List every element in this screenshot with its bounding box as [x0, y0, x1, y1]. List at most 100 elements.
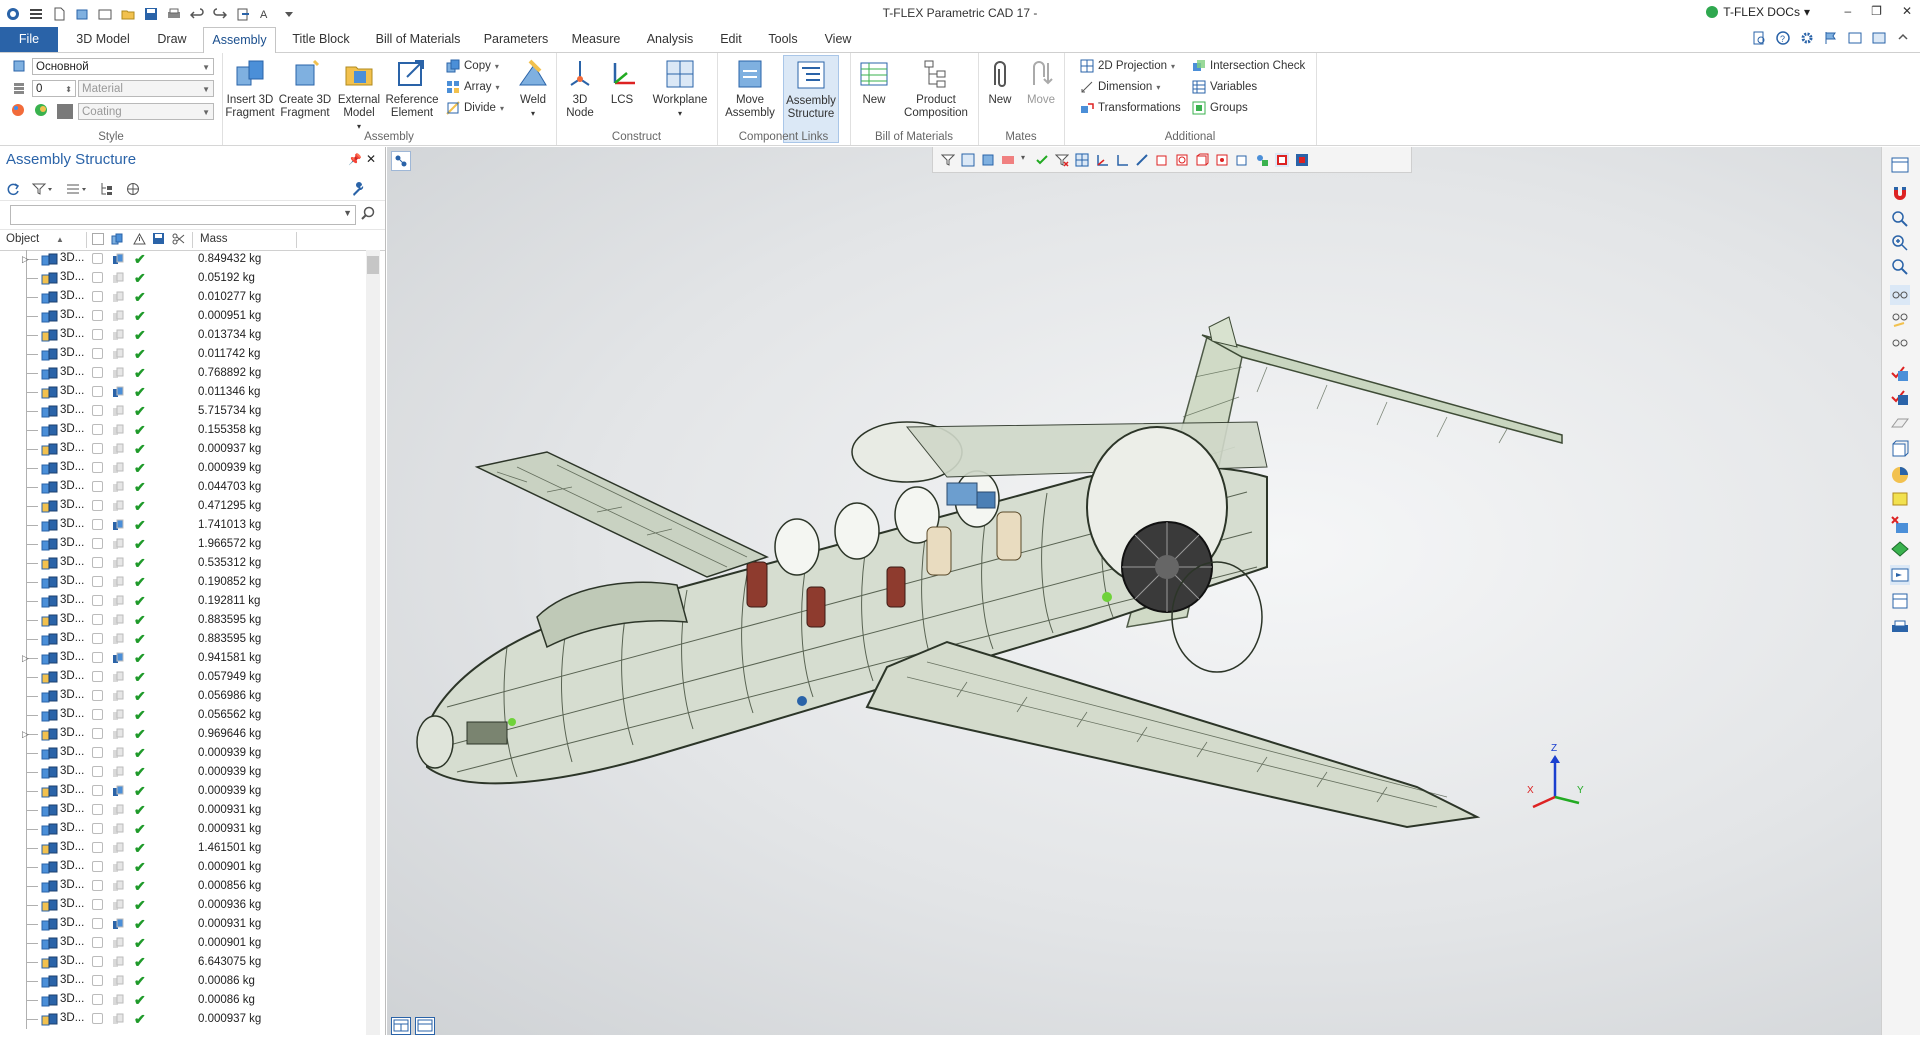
dimension-button[interactable]: Dimension ▾ — [1080, 78, 1160, 96]
3d-node-button[interactable]: 3D Node — [562, 55, 598, 120]
mates-new-button[interactable]: New — [982, 55, 1018, 107]
tab-assembly[interactable]: Assembly — [203, 27, 276, 54]
plane-icon[interactable] — [1890, 413, 1910, 433]
vertical-scrollbar[interactable] — [366, 250, 380, 1035]
visibility-icon[interactable] — [92, 899, 103, 910]
visibility-icon[interactable] — [92, 918, 103, 929]
table-row[interactable]: 3D... ✔ 0.000939 kg — [0, 459, 366, 478]
visibility-icon[interactable] — [92, 272, 103, 283]
open-icon[interactable] — [121, 7, 135, 21]
tab-draw[interactable]: Draw — [150, 27, 194, 52]
sheet-view-icon[interactable] — [1890, 591, 1910, 611]
visibility-icon[interactable] — [92, 823, 103, 834]
camera-view-icon[interactable] — [1890, 565, 1910, 585]
product-composition-button[interactable]: Product Composition — [898, 55, 974, 120]
3d-viewport[interactable]: ▾ Z X Y — [387, 147, 1882, 1035]
help-icon[interactable]: ? — [1776, 31, 1790, 45]
visibility-icon[interactable] — [92, 386, 103, 397]
tflex-docs-menu[interactable]: T-FLEX DOCs ▾ — [1705, 5, 1810, 19]
table-row[interactable]: 3D... ✔ 0.00086 kg — [0, 991, 366, 1010]
wrench-icon[interactable] — [351, 181, 373, 196]
table-row[interactable]: 3D... ✔ 6.643075 kg — [0, 953, 366, 972]
magnet-icon[interactable] — [1890, 183, 1910, 203]
tab-tools[interactable]: Tools — [760, 27, 806, 52]
settings-gear-icon[interactable] — [1800, 31, 1814, 45]
table-row[interactable]: 3D... ✔ 1.741013 kg — [0, 516, 366, 535]
box-yellow-icon[interactable] — [1890, 489, 1910, 509]
table-row[interactable]: ▷ 3D... ✔ 0.849432 kg — [0, 250, 366, 269]
visibility-icon[interactable] — [92, 956, 103, 967]
customize-dropdown-icon[interactable] — [282, 7, 296, 21]
view-window-icon[interactable] — [1890, 155, 1910, 175]
visibility-icon[interactable] — [92, 424, 103, 435]
visibility-column-icon[interactable] — [92, 233, 104, 248]
text-style-icon[interactable]: A — [259, 7, 273, 21]
visibility-icon[interactable] — [92, 671, 103, 682]
table-row[interactable]: 3D... ✔ 0.010277 kg — [0, 288, 366, 307]
external-model-button[interactable]: External Model ▾ — [336, 55, 382, 133]
visibility-icon[interactable] — [92, 443, 103, 454]
tab-file[interactable]: File — [0, 27, 58, 52]
check-view-icon[interactable] — [1890, 363, 1910, 383]
create-3d-fragment-button[interactable]: Create 3D Fragment — [278, 55, 332, 120]
scrollbar-thumb[interactable] — [367, 256, 379, 274]
table-row[interactable]: 3D... ✔ 0.044703 kg — [0, 478, 366, 497]
save-icon[interactable] — [144, 7, 158, 21]
glasses-pencil-icon[interactable] — [1890, 309, 1910, 329]
appearance-icon[interactable] — [34, 103, 48, 117]
column-mass[interactable]: Mass — [200, 233, 227, 245]
copy-button[interactable]: Copy ▾ — [446, 57, 499, 75]
flag-icon[interactable] — [1824, 31, 1838, 45]
visibility-icon[interactable] — [92, 367, 103, 378]
table-row[interactable]: 3D... ✔ 0.535312 kg — [0, 554, 366, 573]
table-row[interactable]: 3D... ✔ 0.155358 kg — [0, 421, 366, 440]
table-row[interactable]: 3D... ✔ 0.000937 kg — [0, 1010, 366, 1029]
table-row[interactable]: 3D... ✔ 0.000937 kg — [0, 440, 366, 459]
restore-button[interactable]: ❐ — [1871, 4, 1882, 18]
tab-edit[interactable]: Edit — [710, 27, 752, 52]
reference-element-button[interactable]: Reference Element — [384, 55, 440, 120]
expand-icon[interactable]: ▷ — [22, 654, 30, 663]
mates-move-button[interactable]: Move — [1022, 55, 1060, 107]
list-settings-icon[interactable] — [66, 182, 88, 196]
table-row[interactable]: 3D... ✔ 0.471295 kg — [0, 497, 366, 516]
close-panel-icon[interactable]: ✕ — [366, 152, 376, 166]
close-button[interactable]: ✕ — [1902, 4, 1912, 18]
table-row[interactable]: 3D... ✔ 1.461501 kg — [0, 839, 366, 858]
panel-icon[interactable] — [1848, 31, 1862, 45]
glasses-icon[interactable] — [1890, 285, 1910, 305]
print-icon[interactable] — [167, 7, 181, 21]
transformations-button[interactable]: Transformations — [1080, 99, 1181, 117]
tab-measure[interactable]: Measure — [563, 27, 629, 52]
array-button[interactable]: Array ▾ — [446, 78, 500, 96]
table-row[interactable]: 3D... ✔ 0.000856 kg — [0, 877, 366, 896]
visibility-icon[interactable] — [92, 937, 103, 948]
2d-projection-button[interactable]: 2D Projection ▾ — [1080, 57, 1175, 75]
box-view-icon[interactable] — [1890, 439, 1910, 459]
green-box-icon[interactable] — [1890, 539, 1910, 559]
visibility-icon[interactable] — [92, 310, 103, 321]
scissors-column-icon[interactable] — [172, 233, 185, 248]
new-drawing-icon[interactable] — [98, 7, 112, 21]
visibility-icon[interactable] — [92, 804, 103, 815]
color-swatch[interactable] — [57, 104, 73, 119]
layout-split-icon[interactable] — [391, 1017, 411, 1035]
table-row[interactable]: 3D... ✔ 1.966572 kg — [0, 535, 366, 554]
table-row[interactable]: 3D... ✔ 0.000931 kg — [0, 820, 366, 839]
table-row[interactable]: 3D... ✔ 0.883595 kg — [0, 611, 366, 630]
visibility-icon[interactable] — [92, 253, 103, 264]
visibility-icon[interactable] — [92, 557, 103, 568]
visibility-icon[interactable] — [92, 329, 103, 340]
visibility-icon[interactable] — [92, 614, 103, 625]
table-row[interactable]: 3D... ✔ 0.011742 kg — [0, 345, 366, 364]
printer-view-icon[interactable] — [1890, 617, 1910, 637]
assembly-structure-button[interactable]: Assembly Structure — [783, 55, 839, 143]
zoom-fit-icon[interactable] — [1890, 257, 1910, 277]
table-row[interactable]: 3D... ✔ 0.00086 kg — [0, 972, 366, 991]
coating-combo[interactable]: Coating ▼ — [78, 103, 214, 120]
layout-single-icon[interactable] — [415, 1017, 435, 1035]
lcs-button[interactable]: LCS — [604, 55, 640, 107]
tab-parameters[interactable]: Parameters — [480, 27, 552, 52]
expand-icon[interactable]: ▷ — [22, 255, 30, 264]
visibility-icon[interactable] — [92, 994, 103, 1005]
